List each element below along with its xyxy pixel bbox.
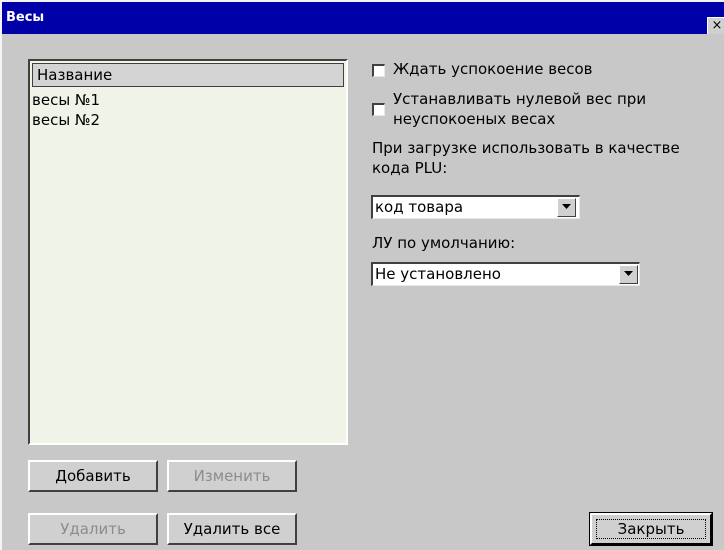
chevron-down-icon — [624, 271, 633, 276]
zero-weight-label-line2: неуспокоеных весах — [393, 110, 556, 128]
list-column-header-name[interactable]: Название — [32, 63, 344, 87]
wait-stable-checkbox[interactable] — [372, 64, 385, 77]
list-item[interactable]: весы №1 — [32, 90, 332, 110]
default-lu-value: Не установлено — [375, 265, 501, 283]
edit-button[interactable]: Изменить — [167, 460, 297, 492]
delete-button[interactable]: Удалить — [28, 513, 158, 545]
close-window-button[interactable]: × — [707, 17, 724, 34]
window-title: Весы — [6, 10, 45, 25]
close-button[interactable]: Закрыть — [589, 512, 713, 546]
title-bar: Весы × — [2, 2, 724, 34]
focus-ring — [596, 519, 706, 539]
default-lu-label: ЛУ по умолчанию: — [372, 234, 516, 252]
zero-weight-label-line1: Устанавливать нулевой вес при — [393, 90, 647, 108]
plu-code-label-line2: кода PLU: — [372, 159, 448, 177]
default-lu-select[interactable]: Не установлено — [371, 262, 640, 286]
close-icon: × — [711, 18, 723, 33]
scales-dialog: Весы × Название весы №1 весы №2 Добавить… — [0, 0, 724, 550]
list-item[interactable]: весы №2 — [32, 110, 332, 130]
zero-weight-checkbox[interactable] — [372, 103, 385, 116]
plu-code-label-line1: При загрузке использовать в качестве — [372, 139, 680, 157]
plu-code-select[interactable]: код товара — [371, 195, 580, 219]
default-lu-dropdown-button[interactable] — [619, 265, 638, 284]
scales-list[interactable]: Название весы №1 весы №2 — [28, 59, 348, 445]
delete-all-button[interactable]: Удалить все — [167, 513, 297, 545]
add-button[interactable]: Добавить — [28, 460, 158, 492]
chevron-down-icon — [562, 204, 571, 209]
wait-stable-label: Ждать успокоение весов — [393, 60, 593, 78]
plu-code-value: код товара — [375, 198, 464, 216]
plu-code-dropdown-button[interactable] — [557, 198, 576, 217]
